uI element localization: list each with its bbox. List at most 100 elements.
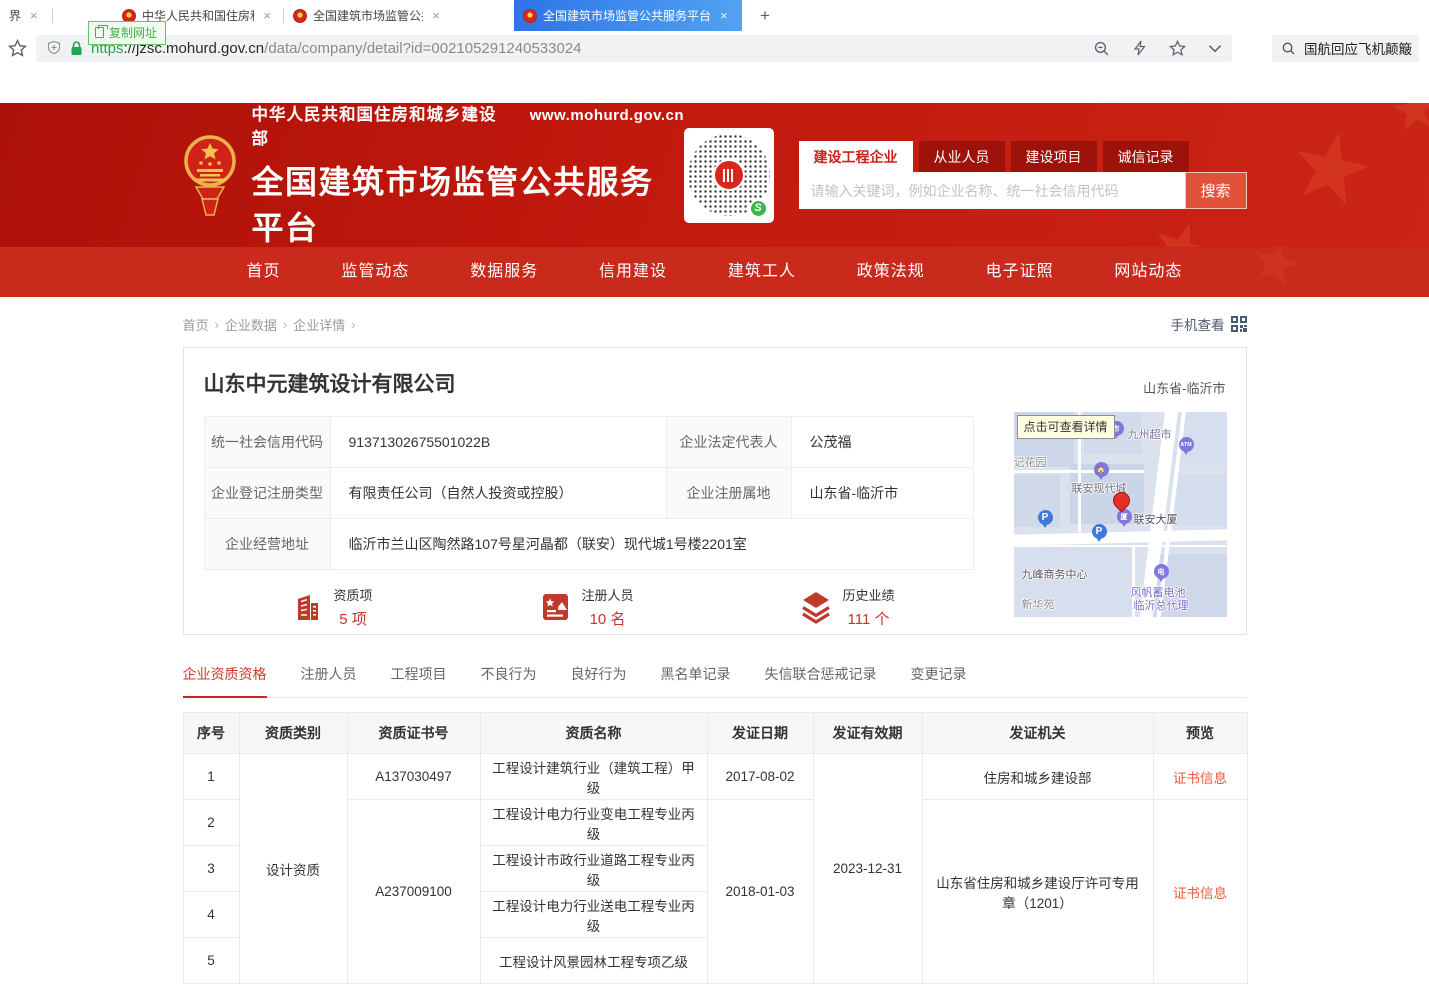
tab-projects[interactable]: 工程项目 [391,664,447,697]
tab-blacklist[interactable]: 黑名单记录 [661,664,731,697]
shield-icon[interactable] [46,40,62,56]
tab-title: 全国建筑市场监管公共服务平台 [313,7,423,24]
search-button[interactable]: 搜索 [1185,172,1247,209]
map-label-battery-2: 临沂总代理 [1134,597,1189,613]
nav-item-site-news[interactable]: 网站动态 [1114,247,1182,297]
breadcrumb: 首页 › 企业数据 › 企业详情 › 手机查看 [183,314,1247,334]
platform-title: 全国建筑市场监管公共服务平台 [252,157,685,247]
nav-item-data-service[interactable]: 数据服务 [470,247,538,297]
chevron-down-icon[interactable] [1208,44,1222,53]
header-search-module: 建设工程企业 从业人员 建设项目 诚信记录 搜索 [799,141,1247,209]
table-row: 统一社会信用代码 91371302675501022B 企业法定代表人 公茂福 [204,417,973,468]
nav-item-credit[interactable]: 信用建设 [599,247,667,297]
close-icon[interactable]: × [260,8,274,23]
qr-mini-icon [1231,316,1247,332]
tab-change-records[interactable]: 变更记录 [911,664,967,697]
weapp-logo-icon: S [749,199,768,218]
breadcrumb-home[interactable]: 首页 [183,315,209,334]
site-favicon-icon [293,9,307,23]
nav-item-home[interactable]: 首页 [247,247,281,297]
address-field[interactable]: https://jzsc.mohurd.gov.cn/data/company/… [36,35,1232,62]
tab-good-behavior[interactable]: 良好行为 [571,664,627,697]
decor-star-icon: ★ [1279,113,1383,225]
building-icon [290,590,324,624]
main-nav: ★ 首页 监管动态 数据服务 信用建设 建筑工人 政策法规 电子证照 网站动态 [0,247,1429,297]
map-label-business-center: 九峰商务中心 [1022,566,1088,582]
decor-star-icon: ★ [1242,247,1311,297]
map-tooltip: 点击可查看详情 [1017,415,1115,439]
parking-icon: P [1038,510,1053,525]
browser-tab-3[interactable]: 全国建筑市场监管公共服务平台 × [284,0,452,31]
personnel-badge-icon [538,590,572,624]
header-qr-code: S [684,128,773,223]
decor-star-icon: ★ [1385,103,1429,142]
nav-item-workers[interactable]: 建筑工人 [728,247,796,297]
chrome-gap [0,65,1429,103]
breadcrumb-company-detail[interactable]: 企业详情 [293,315,345,334]
quick-search-input[interactable] [1304,41,1414,56]
secure-lock-icon [70,41,83,56]
tab-qualifications[interactable]: 企业资质资格 [183,664,267,698]
company-name: 山东中元建筑设计有限公司 [204,368,1226,398]
close-icon[interactable]: × [429,8,443,23]
zoom-out-icon[interactable] [1093,40,1110,57]
url-bar: https://jzsc.mohurd.gov.cn/data/company/… [0,31,1429,65]
copy-icon [95,27,104,38]
company-location-map[interactable]: 市 九州超市 ATM 记花园 🏠 联安现代城 厦 联安大厦 P P 九峰商务中心… [1014,412,1227,617]
certificate-info-link[interactable]: 证书信息 [1173,771,1227,786]
table-row: 1 设计资质 A137030497 工程设计建筑行业（建筑工程）甲级 2017-… [183,754,1247,800]
close-icon[interactable]: × [27,8,41,23]
browser-tab-active[interactable]: 全国建筑市场监管公共服务平台 × [514,0,742,31]
tab-title: 界 [9,7,21,24]
keyword-search-input[interactable] [799,172,1185,209]
company-stats: 资质项 5 项 注册人员 10 名 [204,585,973,629]
tab-bar: 界 × 中华人民共和国住房和城乡建设 × 全国建筑市场监管公共服务平台 × 全国… [0,0,1429,31]
national-emblem-icon [183,130,237,220]
table-row: 企业登记注册类型 有限责任公司（自然人投资或控股） 企业注册属地 山东省-临沂市 [204,468,973,519]
ministry-url: www.mohurd.gov.cn [530,107,684,124]
detail-tabs: 企业资质资格 注册人员 工程项目 不良行为 良好行为 黑名单记录 失信联合惩戒记… [183,664,1247,698]
qualification-table: 序号 资质类别 资质证书号 资质名称 发证日期 发证有效期 发证机关 预览 1 … [183,712,1248,984]
parking-icon: P [1092,524,1107,539]
new-tab-button[interactable]: + [752,6,778,26]
bookmark-star-icon[interactable] [8,39,27,58]
brand-block: 中华人民共和国住房和城乡建设部 www.mohurd.gov.cn 全国建筑市场… [252,103,685,247]
close-icon[interactable]: × [717,8,731,23]
lightning-icon[interactable] [1132,40,1147,56]
map-pin-icon: 🏠 [1094,462,1109,477]
map-label-xinhua: 新华苑 [1022,596,1055,612]
map-label-garden: 记花园 [1014,454,1047,470]
browser-tab-1[interactable]: 界 × [0,0,52,31]
company-info-table: 统一社会信用代码 91371302675501022B 企业法定代表人 公茂福 … [204,416,974,570]
tab-separator [52,8,53,23]
stat-qualifications[interactable]: 资质项 5 项 [290,585,373,629]
table-row: 企业经营地址 临沂市兰山区陶然路107号星河晶都（联安）现代城1号楼2201室 [204,519,973,570]
map-pin-icon: 厦 [1117,509,1132,524]
tab-dishonesty[interactable]: 失信联合惩戒记录 [765,664,877,697]
map-pin-icon: 电 [1154,564,1169,579]
search-tab-project[interactable]: 建设项目 [1011,141,1097,172]
layers-icon [799,590,833,624]
search-tab-personnel[interactable]: 从业人员 [919,141,1005,172]
stat-history-performance[interactable]: 历史业绩 111 个 [799,585,895,629]
company-region: 山东省-临沂市 [1143,378,1225,397]
certificate-info-link[interactable]: 证书信息 [1173,886,1227,901]
tab-registered-personnel[interactable]: 注册人员 [301,664,357,697]
nav-item-e-license[interactable]: 电子证照 [986,247,1054,297]
breadcrumb-company-data[interactable]: 企业数据 [225,315,277,334]
category-cell: 设计资质 [239,754,347,984]
stat-registered-personnel[interactable]: 注册人员 10 名 [538,585,634,629]
quick-search-box[interactable] [1272,35,1419,62]
copy-url-tooltip: 复制网址 [88,21,166,45]
search-icon [1281,41,1296,56]
browser-chrome: 界 × 中华人民共和国住房和城乡建设 × 全国建筑市场监管公共服务平台 × 全国… [0,0,1429,103]
favorite-star-icon[interactable] [1169,40,1186,57]
search-tab-enterprise[interactable]: 建设工程企业 [799,141,913,172]
search-tab-credit[interactable]: 诚信记录 [1103,141,1189,172]
nav-item-policy[interactable]: 政策法规 [857,247,925,297]
mobile-view-toggle[interactable]: 手机查看 [1171,314,1247,334]
site-header: ★ ★ ★ 中华人民共和国住房和城乡建设部 www.mohurd.gov.cn … [0,103,1429,247]
nav-item-supervision[interactable]: 监管动态 [341,247,409,297]
tab-bad-behavior[interactable]: 不良行为 [481,664,537,697]
tab-title: 全国建筑市场监管公共服务平台 [543,7,711,24]
